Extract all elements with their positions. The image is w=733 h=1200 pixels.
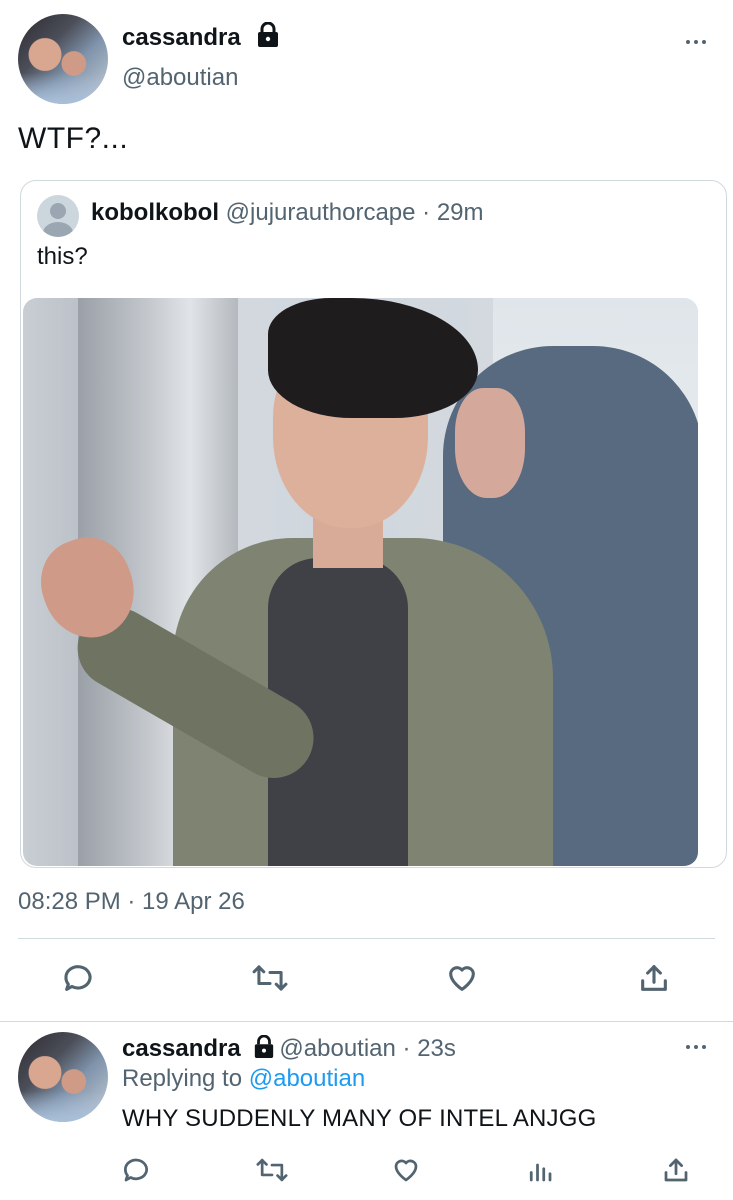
quoted-separator: · <box>415 199 437 226</box>
user-handle[interactable]: @aboutian <box>122 64 238 92</box>
reply-text: WHY SUDDENLY MANY OF INTEL ANJGG <box>122 1105 597 1132</box>
tweet-timestamp[interactable]: 08:28 PM · 19 Apr 26 <box>18 888 245 916</box>
tweet-text: WTF?... <box>18 122 129 155</box>
divider <box>18 938 715 939</box>
more-options-icon[interactable] <box>686 1045 706 1049</box>
default-avatar-icon[interactable] <box>37 195 79 237</box>
reply-icon[interactable] <box>58 958 98 998</box>
replying-to-link[interactable]: @aboutian <box>249 1065 365 1092</box>
display-name[interactable]: cassandra <box>122 1035 241 1062</box>
analytics-icon[interactable] <box>520 1150 560 1190</box>
quoted-handle: @jujurauthorcape <box>225 199 416 226</box>
display-name[interactable]: cassandra <box>122 24 241 52</box>
quoted-tweet-text: this? <box>37 243 88 270</box>
quoted-time: 29m <box>436 199 484 226</box>
reply-time[interactable]: 23s <box>417 1035 456 1062</box>
user-avatar[interactable] <box>18 1032 108 1122</box>
user-avatar[interactable] <box>18 14 108 104</box>
retweet-icon[interactable] <box>252 1150 292 1190</box>
divider <box>0 1021 733 1022</box>
replying-label: Replying to <box>122 1065 249 1092</box>
share-icon[interactable] <box>656 1150 696 1190</box>
lock-icon <box>256 21 280 53</box>
tweet-photo[interactable] <box>23 298 698 866</box>
retweet-icon[interactable] <box>250 958 290 998</box>
like-icon[interactable] <box>386 1150 426 1190</box>
user-handle[interactable]: @aboutian <box>279 1035 395 1062</box>
share-icon[interactable] <box>634 958 674 998</box>
reply-icon[interactable] <box>116 1150 156 1190</box>
quoted-tweet-card[interactable]: kobolkobol @jujurauthorcape · 29m this? <box>20 180 727 868</box>
more-options-icon[interactable] <box>686 40 706 44</box>
like-icon[interactable] <box>442 958 482 998</box>
quoted-display-name: kobolkobol <box>91 199 219 226</box>
lock-icon <box>253 1034 275 1066</box>
reply-separator: · <box>395 1035 418 1062</box>
